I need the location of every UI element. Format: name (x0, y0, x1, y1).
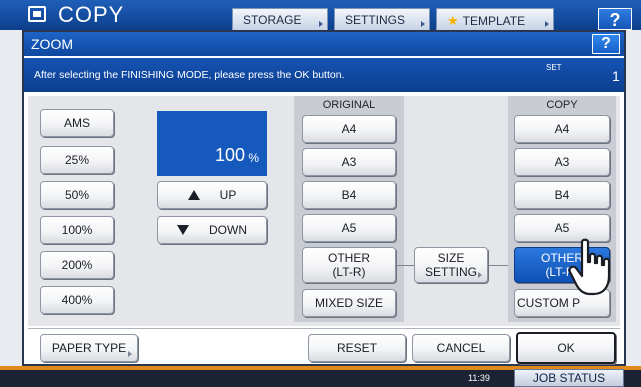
tab-storage[interactable]: STORAGE (232, 8, 328, 30)
left-edge (0, 30, 22, 370)
arrow-icon (319, 21, 323, 27)
zoom-up-label: UP (219, 188, 237, 202)
footer-divider (28, 328, 620, 329)
original-other-button[interactable]: OTHER (LT-R) (302, 247, 396, 283)
dialog-help-button[interactable]: ? (592, 34, 620, 54)
original-a4-button[interactable]: A4 (302, 115, 396, 143)
down-triangle-icon (177, 225, 189, 235)
tab-settings[interactable]: SETTINGS (334, 8, 430, 30)
set-label: SET (546, 63, 562, 72)
size-setting-line2: SETTING (424, 265, 477, 279)
reset-button[interactable]: RESET (308, 334, 406, 362)
preset-ams-button[interactable]: AMS (40, 109, 114, 137)
arrow-icon (545, 21, 549, 27)
preset-50-button[interactable]: 50% (40, 181, 114, 209)
cancel-button[interactable]: CANCEL (412, 334, 510, 362)
tab-template[interactable]: ★ TEMPLATE (436, 8, 554, 30)
paper-type-button[interactable]: PAPER TYPE (40, 334, 138, 362)
arrow-icon (478, 272, 482, 278)
set-count: 1 (612, 68, 620, 84)
clock: 11:39 (468, 373, 490, 383)
original-other-line2: (LT-R) (332, 265, 366, 279)
mixed-size-button[interactable]: MIXED SIZE (302, 289, 396, 317)
original-b4-button[interactable]: B4 (302, 181, 396, 209)
original-a3-button[interactable]: A3 (302, 148, 396, 176)
app-title: COPY (58, 2, 125, 27)
size-setting-button[interactable]: SIZE SETTING (414, 247, 488, 283)
right-edge (626, 30, 641, 370)
pointing-hand-icon (568, 238, 611, 296)
original-header: ORIGINAL (322, 99, 376, 111)
preset-100-button[interactable]: 100% (40, 216, 114, 244)
zoom-down-button[interactable]: DOWN (157, 216, 267, 244)
job-status-button[interactable]: JOB STATUS (514, 369, 624, 387)
copy-header: COPY (546, 99, 578, 111)
dialog-header: ZOOM ? (24, 32, 624, 56)
tab-settings-label: SETTINGS (345, 13, 406, 27)
app-bar: COPY STORAGE SETTINGS ★ TEMPLATE ? (0, 0, 641, 30)
copy-a3-button[interactable]: A3 (514, 148, 610, 176)
preset-400-button[interactable]: 400% (40, 286, 114, 314)
copy-app-icon (28, 6, 46, 22)
zoom-up-button[interactable]: UP (157, 181, 267, 209)
star-icon: ★ (447, 13, 459, 28)
arrow-icon (128, 351, 132, 357)
zoom-dialog: ZOOM ? After selecting the FINISHING MOD… (22, 30, 626, 366)
tab-storage-label: STORAGE (243, 13, 302, 27)
size-setting-line1: SIZE (437, 251, 465, 265)
preset-25-button[interactable]: 25% (40, 146, 114, 174)
zoom-value-display: 100 % (157, 111, 267, 176)
copy-a4-button[interactable]: A4 (514, 115, 610, 143)
preset-200-button[interactable]: 200% (40, 251, 114, 279)
ok-button[interactable]: OK (516, 332, 616, 364)
dialog-title: ZOOM (31, 36, 73, 52)
instruction-message: After selecting the FINISHING MODE, plea… (34, 69, 345, 81)
tab-template-label: TEMPLATE (462, 14, 526, 28)
connector-line (396, 265, 414, 266)
zoom-down-label: DOWN (209, 223, 247, 237)
connector-line (488, 265, 508, 266)
original-other-line1: OTHER (328, 251, 370, 265)
zoom-unit: % (248, 151, 259, 165)
paper-type-label: PAPER TYPE (51, 341, 127, 355)
copier-screen: COPY STORAGE SETTINGS ★ TEMPLATE ? 11:39 … (0, 0, 641, 387)
zoom-value: 100 (214, 145, 245, 165)
up-triangle-icon (187, 190, 200, 200)
message-bar: After selecting the FINISHING MODE, plea… (24, 58, 624, 92)
original-a5-button[interactable]: A5 (302, 214, 396, 242)
arrow-icon (421, 21, 425, 27)
copy-b4-button[interactable]: B4 (514, 181, 610, 209)
app-help-button[interactable]: ? (598, 8, 632, 30)
